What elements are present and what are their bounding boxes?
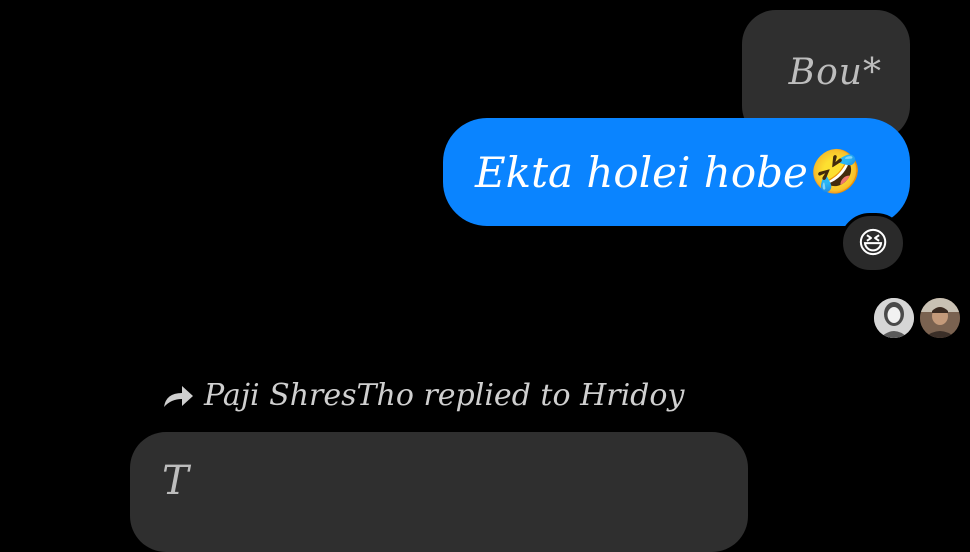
quoted-message-text: Bou* <box>788 52 882 93</box>
reply-message-bubble[interactable]: T <box>130 432 748 552</box>
rolling-laughing-emoji: 🤣 <box>809 147 863 196</box>
read-receipt-avatar-2 <box>920 298 960 338</box>
avatar-man <box>920 298 960 338</box>
reply-context: Paji ShresTho replied to Hridoy <box>160 378 684 413</box>
message-reaction[interactable]: 😆 <box>840 213 906 273</box>
reply-arrow-icon <box>164 385 193 407</box>
reply-message-text: T <box>162 458 189 504</box>
sent-message-text: Ekta holei hobe <box>475 147 808 197</box>
read-receipt-avatar-1 <box>874 298 914 338</box>
sent-message-bubble[interactable]: Ekta holei hobe 🤣 <box>443 118 910 226</box>
laughing-reaction-emoji: 😆 <box>857 225 889 261</box>
reply-context-text: Paji ShresTho replied to Hridoy <box>204 378 685 413</box>
avatar-woman <box>874 298 914 338</box>
